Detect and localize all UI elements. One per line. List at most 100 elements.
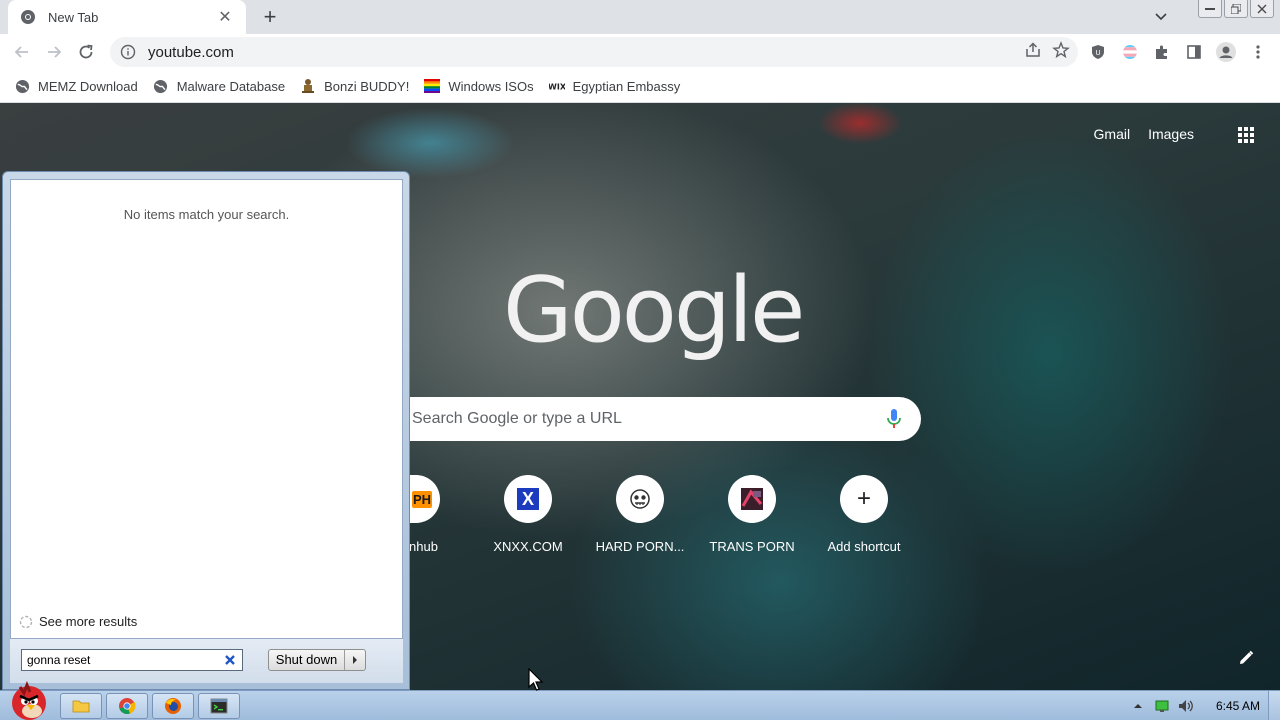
shortcut-icon: + xyxy=(840,475,888,523)
ntp-search-box[interactable] xyxy=(410,397,921,441)
bookmark-memz-download[interactable]: MEMZ Download xyxy=(8,72,147,100)
forward-button[interactable] xyxy=(38,36,70,68)
taskbar-chrome-button[interactable] xyxy=(106,693,148,719)
firefox-icon xyxy=(165,698,181,714)
clear-search-x-icon[interactable] xyxy=(222,652,238,668)
wix-icon: WIX xyxy=(549,78,565,94)
shortcut-label: Add shortcut xyxy=(827,539,901,554)
system-tray: 6:45 AM xyxy=(1130,691,1264,720)
start-search-box[interactable] xyxy=(21,649,243,671)
customize-pencil-icon[interactable] xyxy=(1238,650,1256,668)
bonzi-icon xyxy=(300,78,316,94)
bookmark-label: MEMZ Download xyxy=(38,78,138,94)
ph-logo-icon: PH xyxy=(411,490,432,508)
address-url: youtube.com xyxy=(148,43,234,61)
taskbar: 6:45 AM xyxy=(0,680,1280,720)
shortcut-trans-porn[interactable]: TRANS PORN xyxy=(696,475,808,554)
share-icon[interactable] xyxy=(1024,41,1042,64)
taskbar-terminal-button[interactable] xyxy=(198,693,240,719)
shut-down-label: Shut down xyxy=(269,650,345,670)
bookmark-bonzi-buddy[interactable]: Bonzi BUDDY! xyxy=(294,72,418,100)
google-apps-grid-icon[interactable] xyxy=(1236,125,1256,145)
site-thumbnail-icon xyxy=(741,488,763,510)
shortcut-add[interactable]: + Add shortcut xyxy=(808,475,920,554)
profile-avatar-icon[interactable] xyxy=(1212,36,1240,68)
back-button[interactable] xyxy=(6,36,38,68)
forward-arrow-icon xyxy=(48,46,62,58)
shortcut-label: HARD PORN... xyxy=(595,539,685,554)
volume-icon[interactable] xyxy=(1178,698,1194,714)
images-link[interactable]: Images xyxy=(1148,126,1194,142)
bookmark-star-icon[interactable] xyxy=(1052,41,1070,64)
shut-down-options-arrow-icon[interactable] xyxy=(345,656,365,664)
window-controls xyxy=(1198,0,1274,18)
bookmark-malware-database[interactable]: Malware Database xyxy=(147,72,294,100)
no-results-message: No items match your search. xyxy=(123,207,290,222)
tab-close-icon[interactable]: ✕ xyxy=(216,8,234,26)
bookmark-label: Malware Database xyxy=(176,78,286,94)
chrome-favicon-icon xyxy=(20,9,36,25)
extensions-area: U xyxy=(1084,36,1272,68)
back-arrow-icon xyxy=(14,46,28,58)
chrome-icon xyxy=(119,698,136,715)
address-bar[interactable]: youtube.com xyxy=(110,37,1078,67)
ntp-header-links: Gmail Images xyxy=(1094,126,1194,142)
show-hidden-icons-arrow-icon[interactable] xyxy=(1130,698,1146,714)
svg-text:WIX: WIX xyxy=(549,83,565,92)
start-menu-bottom-bar: Shut down xyxy=(10,639,403,683)
close-window-button[interactable] xyxy=(1250,0,1274,18)
shortcut-hard-porn[interactable]: HARD PORN... xyxy=(584,475,696,554)
show-desktop-button[interactable] xyxy=(1268,691,1280,720)
start-menu-results-pane: No items match your search. See more res… xyxy=(10,179,403,639)
ublock-shield-icon[interactable]: U xyxy=(1084,36,1112,68)
start-search-input[interactable] xyxy=(27,653,217,667)
ntp-search-input[interactable] xyxy=(412,410,852,428)
gmail-link[interactable]: Gmail xyxy=(1094,126,1131,142)
tab-title: New Tab xyxy=(48,9,99,25)
network-icon[interactable] xyxy=(1154,698,1170,714)
bookmark-label: Windows ISOs xyxy=(448,78,534,94)
new-tab-button[interactable]: + xyxy=(258,4,282,29)
reload-icon xyxy=(79,44,93,59)
shut-down-button[interactable]: Shut down xyxy=(268,649,366,671)
tab-strip: New Tab ✕ + xyxy=(0,0,1280,34)
more-menu-icon[interactable] xyxy=(1244,36,1272,68)
google-logo: Google xyxy=(503,258,805,363)
plus-icon: + xyxy=(856,485,871,512)
xnxx-logo-icon: X xyxy=(517,488,539,510)
svg-text:U: U xyxy=(1095,49,1100,57)
globe-icon xyxy=(14,78,30,94)
taskbar-explorer-button[interactable] xyxy=(60,693,102,719)
start-button-angry-bird-icon[interactable] xyxy=(6,680,52,720)
skull-face-icon xyxy=(630,489,650,509)
browser-toolbar: youtube.com U xyxy=(0,34,1280,70)
see-more-results-link[interactable]: See more results xyxy=(19,614,137,629)
search-spinner-icon xyxy=(19,615,33,628)
shortcut-label: XNXX.COM xyxy=(493,539,563,554)
side-panel-icon[interactable] xyxy=(1180,36,1208,68)
shortcut-xnxx[interactable]: X XNXX.COM xyxy=(472,475,584,554)
mouse-cursor-icon xyxy=(528,667,544,692)
terminal-window-icon xyxy=(210,698,228,714)
site-info-icon[interactable] xyxy=(120,44,136,60)
taskbar-firefox-button[interactable] xyxy=(152,693,194,719)
start-menu: No items match your search. See more res… xyxy=(2,171,410,690)
extensions-puzzle-icon[interactable] xyxy=(1148,36,1176,68)
bookmark-egyptian-embassy[interactable]: WIX Egyptian Embassy xyxy=(543,72,690,100)
folder-icon xyxy=(72,700,90,713)
shortcut-icon xyxy=(728,475,776,523)
minimize-button[interactable] xyxy=(1198,0,1222,18)
tab-search-chevron-icon[interactable] xyxy=(1150,6,1172,28)
see-more-label: See more results xyxy=(39,614,138,629)
restore-button[interactable] xyxy=(1224,0,1248,18)
shortcut-icon: PH xyxy=(410,475,440,523)
tab-new-tab[interactable]: New Tab ✕ xyxy=(8,0,246,34)
shortcut-icon: X xyxy=(504,475,552,523)
taskbar-clock[interactable]: 6:45 AM xyxy=(1216,699,1260,713)
bookmarks-bar: MEMZ Download Malware Database Bonzi BUD… xyxy=(0,70,1280,103)
shortcut-label: TRANS PORN xyxy=(709,539,795,554)
reload-button[interactable] xyxy=(70,36,102,68)
trans-flag-extension-icon[interactable] xyxy=(1116,36,1144,68)
bookmark-windows-isos[interactable]: Windows ISOs xyxy=(418,72,542,100)
voice-search-mic-icon[interactable] xyxy=(887,409,901,434)
